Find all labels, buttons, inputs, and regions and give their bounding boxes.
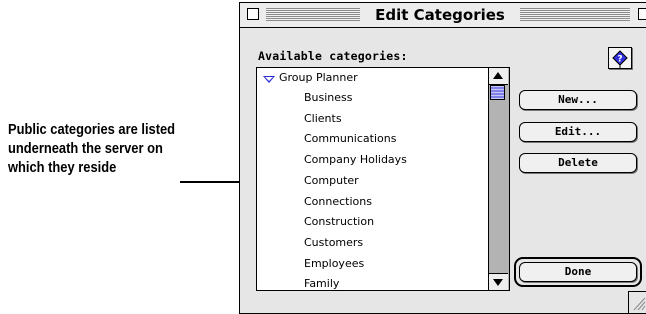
arrow-down-icon	[493, 279, 503, 286]
list-item[interactable]: Connections	[304, 192, 372, 212]
list-scrollbar[interactable]	[488, 68, 509, 290]
list-item[interactable]: Communications	[304, 129, 396, 149]
scroll-down-button[interactable]	[489, 273, 508, 290]
svg-text:?: ?	[617, 55, 622, 65]
list-item[interactable]: Employees	[304, 254, 364, 274]
list-item[interactable]: Construction	[304, 212, 374, 232]
zoom-box-icon[interactable]	[638, 8, 646, 20]
available-categories-label: Available categories:	[258, 49, 408, 63]
callout-line-3: which they reside	[8, 159, 117, 176]
scroll-thumb[interactable]	[490, 85, 505, 100]
done-button[interactable]: Done	[519, 262, 637, 282]
categories-list-items: Group Planner Business Clients Communicati…	[257, 68, 487, 290]
list-item[interactable]: Computer	[304, 171, 359, 191]
done-button-frame: Done	[514, 257, 642, 287]
callout-line-1: Public categories are listed	[8, 121, 176, 138]
list-item-group-planner[interactable]: Group Planner	[279, 68, 358, 88]
callout-line-2: underneath the server on	[8, 140, 163, 157]
edit-button[interactable]: Edit...	[519, 122, 637, 142]
scroll-up-button[interactable]	[489, 68, 508, 85]
disclosure-triangle-icon[interactable]	[263, 76, 275, 83]
balloon-help-icon: ?	[612, 50, 628, 68]
delete-button[interactable]: Delete	[519, 153, 637, 173]
title-stripes-left	[266, 8, 360, 21]
window-title: Edit Categories	[360, 4, 520, 26]
balloon-help-button[interactable]: ?	[608, 47, 632, 69]
edit-categories-window: Edit Categories Available categories: ? …	[239, 2, 646, 314]
list-item[interactable]: Business	[304, 88, 353, 108]
list-item[interactable]: Clients	[304, 109, 342, 129]
close-box-icon[interactable]	[247, 8, 259, 20]
list-item[interactable]: Company Holidays	[304, 150, 407, 170]
categories-list[interactable]: Group Planner Business Clients Communicati…	[256, 67, 510, 291]
title-stripes-right	[520, 8, 630, 21]
callout-text: Public categories are listed underneath …	[8, 120, 197, 177]
size-box-icon[interactable]	[628, 291, 646, 313]
list-item[interactable]: Family	[304, 274, 339, 290]
title-bar[interactable]: Edit Categories	[240, 3, 646, 28]
arrow-up-icon	[493, 72, 503, 79]
list-item[interactable]: Customers	[304, 233, 363, 253]
new-button[interactable]: New...	[519, 90, 637, 110]
